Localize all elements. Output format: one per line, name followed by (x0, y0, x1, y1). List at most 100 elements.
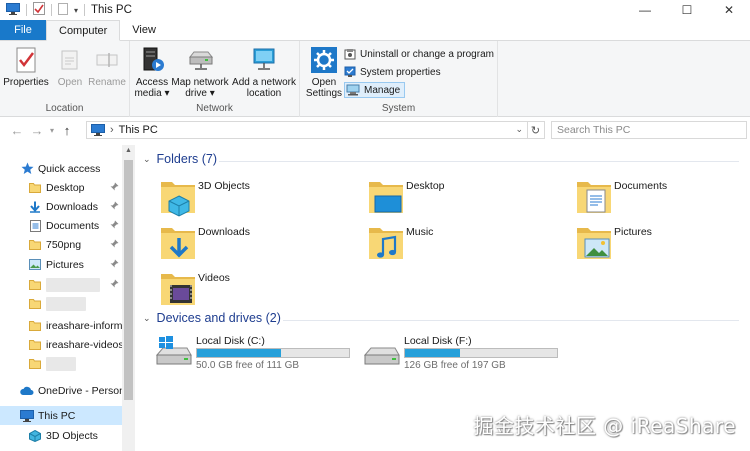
separator (84, 4, 86, 16)
nav-item-ireashare-videos[interactable]: ireashare-videos-a (28, 335, 122, 354)
open-settings-label-line2: Settings (305, 88, 343, 99)
folder-name: Pictures (614, 226, 652, 238)
separator (26, 4, 27, 16)
drive-name: Local Disk (F:) (404, 335, 472, 347)
nav-item-750png[interactable]: 750png (28, 235, 122, 254)
drive-usage-bar (196, 348, 350, 358)
navigation-bar: ← → ▾ ↑ › This PC ⌄ ↻ Search This PC (0, 118, 750, 142)
add-network-location-label-line1: Add a network (232, 77, 296, 88)
folder-music[interactable]: Music (367, 224, 567, 266)
star-icon (20, 162, 34, 176)
access-media-label-line1: Access (135, 77, 169, 88)
properties-check-icon[interactable] (33, 2, 45, 18)
open-settings-label-line1: Open (311, 77, 337, 88)
title-bar: ▾ This PC — ☐ ✕ (0, 0, 750, 20)
open-settings-button[interactable]: Open Settings (305, 45, 343, 99)
close-button[interactable]: ✕ (708, 0, 750, 20)
folder-desktop[interactable]: Desktop (367, 178, 567, 220)
pin-icon[interactable] (110, 239, 119, 251)
nav-3d-objects[interactable]: 3D Objects (28, 426, 122, 445)
map-network-drive-label-line2: drive ▾ (185, 88, 215, 99)
pin-icon[interactable] (110, 220, 119, 232)
collapse-chevron-icon[interactable]: ⌄ (143, 154, 151, 165)
tab-view[interactable]: View (120, 20, 168, 40)
tab-computer[interactable]: Computer (46, 20, 121, 41)
pin-icon[interactable] (110, 201, 119, 213)
breadcrumb-this-pc[interactable]: This PC (119, 124, 158, 136)
nav-item-blurred-1[interactable] (28, 275, 122, 294)
refresh-button[interactable]: ↻ (527, 121, 545, 139)
location-group-label: Location (45, 103, 84, 114)
nav-3d-objects-label: 3D Objects (46, 429, 98, 442)
properties-button[interactable]: Properties (3, 45, 49, 88)
map-network-drive-button[interactable]: Map network drive ▾ (170, 45, 230, 99)
pin-icon[interactable] (110, 182, 119, 194)
recent-locations-chevron-icon[interactable]: ▾ (46, 126, 58, 135)
downloads-icon (28, 200, 42, 214)
new-folder-icon[interactable] (58, 2, 68, 18)
search-input[interactable]: Search This PC (551, 121, 747, 139)
nav-scrollbar-thumb[interactable] (124, 160, 133, 400)
pin-icon[interactable] (110, 259, 119, 271)
nav-item-blurred-3[interactable] (28, 354, 122, 373)
nav-item-documents[interactable]: Documents (28, 216, 122, 235)
up-arrow-icon[interactable]: ↑ (58, 123, 76, 138)
nav-item-desktop[interactable]: Desktop (28, 178, 122, 197)
open-label: Open (57, 77, 83, 88)
music-folder-icon (369, 228, 403, 259)
nav-item-pictures[interactable]: Pictures (28, 255, 122, 274)
manage-button[interactable]: Manage (344, 82, 406, 98)
access-media-button[interactable]: Access media ▾ (134, 45, 170, 99)
nav-item-label: Desktop (46, 181, 85, 194)
uninstall-label: Uninstall or change a program (360, 48, 494, 60)
back-arrow-icon[interactable]: ← (8, 123, 26, 138)
nav-item-blurred-2[interactable] (28, 294, 122, 313)
add-network-location-button[interactable]: Add a network location (231, 45, 297, 99)
access-media-label-line2: media ▾ (134, 88, 170, 99)
address-history-chevron-icon[interactable]: ⌄ (515, 124, 523, 135)
properties-label: Properties (3, 77, 49, 88)
customize-toolbar-icon[interactable]: ▾ (74, 6, 78, 15)
onedrive-cloud-icon (20, 384, 34, 398)
folder-icon (28, 319, 42, 333)
drive-f[interactable]: Local Disk (F:) 126 GB free of 197 GB (363, 335, 563, 375)
system-properties-icon (344, 66, 356, 77)
desktop-folder-icon (369, 182, 403, 213)
maximize-button[interactable]: ☐ (666, 0, 708, 20)
rename-button[interactable]: Rename (88, 45, 126, 88)
folders-section-header[interactable]: ⌄ Folders (7) (143, 152, 217, 166)
3d-objects-icon (28, 429, 42, 443)
system-properties-button[interactable]: System properties (344, 64, 441, 80)
folder-downloads[interactable]: Downloads (159, 224, 359, 266)
folder-3d-objects[interactable]: 3D Objects (159, 178, 359, 220)
network-group: Access media ▾ Map network drive ▾ Add a… (130, 41, 300, 117)
drives-section-header[interactable]: ⌄ Devices and drives (2) (143, 311, 281, 325)
tab-file[interactable]: File (0, 20, 46, 40)
nav-onedrive[interactable]: OneDrive - Persona (20, 381, 122, 400)
collapse-chevron-icon[interactable]: ⌄ (143, 313, 151, 324)
open-button[interactable]: Open (55, 45, 85, 88)
pin-icon[interactable] (110, 279, 119, 291)
folder-name: Desktop (406, 180, 445, 192)
quick-access-toolbar: ▾ (0, 0, 86, 20)
nav-this-pc[interactable]: This PC (0, 406, 122, 425)
scroll-up-arrow-icon[interactable]: ▲ (123, 147, 134, 157)
settings-gear-icon (309, 45, 339, 75)
drive-c[interactable]: Local Disk (C:) 50.0 GB free of 111 GB (155, 335, 355, 375)
this-pc-icon[interactable] (6, 2, 20, 18)
folder-documents[interactable]: Documents (575, 178, 750, 220)
system-group-label: System (381, 103, 416, 114)
nav-this-pc-label: This PC (38, 409, 76, 422)
folder-pictures[interactable]: Pictures (575, 224, 750, 266)
folder-videos[interactable]: Videos (159, 270, 359, 312)
manage-computer-icon (346, 84, 360, 96)
nav-item-downloads[interactable]: Downloads (28, 197, 122, 216)
media-server-icon (137, 45, 167, 75)
folder-icon (28, 238, 42, 252)
nav-item-ireashare-informa[interactable]: ireashare-informa (28, 316, 122, 335)
uninstall-program-button[interactable]: Uninstall or change a program (344, 46, 494, 62)
minimize-button[interactable]: — (624, 0, 666, 20)
folder-icon (28, 278, 42, 292)
address-bar[interactable]: › This PC ⌄ (86, 121, 528, 139)
forward-arrow-icon[interactable]: → (28, 123, 46, 138)
